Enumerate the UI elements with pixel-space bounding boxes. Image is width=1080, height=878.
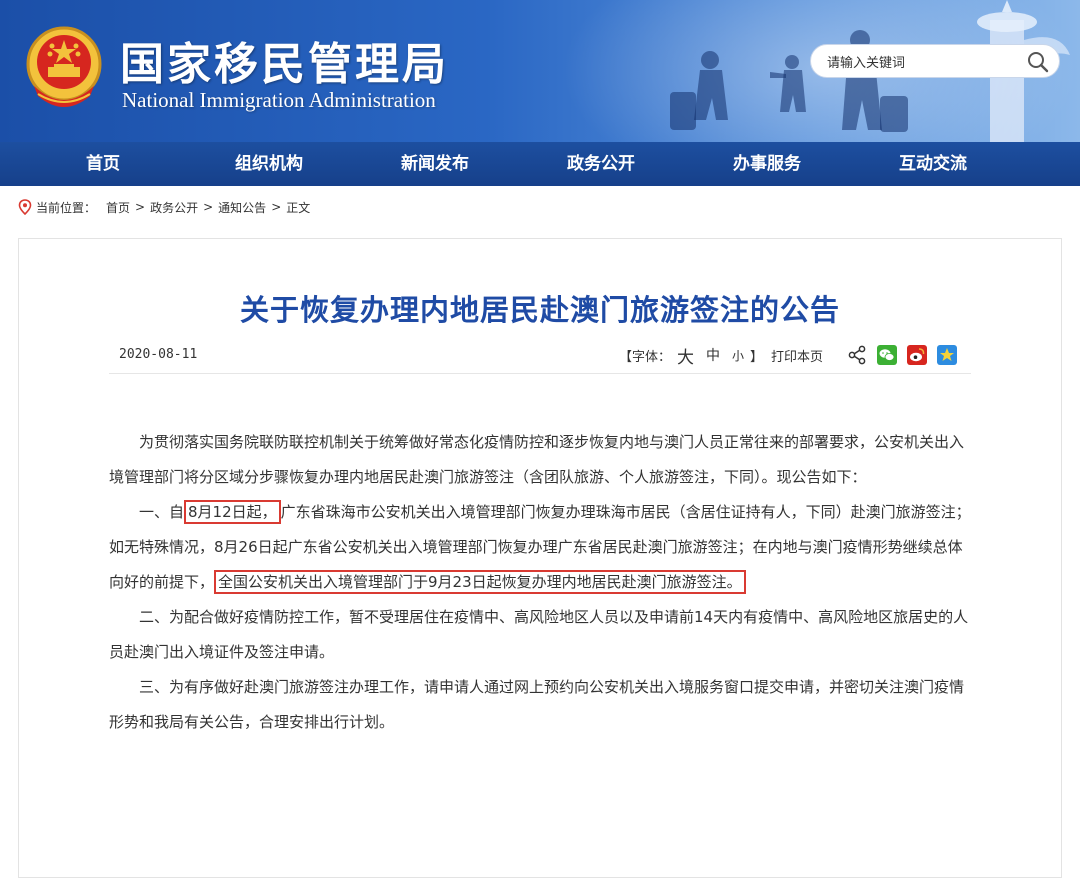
- article-date: 2020-08-11: [119, 347, 198, 362]
- article-title: 关于恢复办理内地居民赴澳门旅游签注的公告: [239, 293, 840, 327]
- breadcrumb-separator: >: [135, 200, 146, 214]
- highlight-nationwide-box: 全国公安机关出入境管理部门于9月23日起恢复办理内地居民赴澳门旅游签注。: [214, 570, 746, 594]
- article-paragraph-2: 二、为配合做好疫情防控工作，暂不受理居住在疫情中、高风险地区人员以及申请前14天…: [109, 608, 969, 661]
- breadcrumb: 当前位置： 首页 > 政务公开 > 通知公告 > 正文: [0, 186, 1080, 228]
- search-icon[interactable]: [1027, 51, 1049, 73]
- font-size-label-close: 】: [749, 349, 763, 365]
- site-subtitle: National Immigration Administration: [122, 88, 436, 112]
- font-size-label-open: 【字体：: [618, 349, 671, 365]
- font-size-small-button[interactable]: 小: [732, 347, 744, 364]
- breadcrumb-prefix: 当前位置：: [36, 200, 97, 215]
- breadcrumb-government-affairs[interactable]: 政务公开: [150, 199, 198, 216]
- search-input[interactable]: [825, 51, 1019, 75]
- breadcrumb-home[interactable]: 首页: [106, 199, 130, 216]
- nav-item-organization[interactable]: 组织机构: [186, 142, 352, 186]
- national-emblem-icon: [26, 26, 102, 107]
- breadcrumb-notices[interactable]: 通知公告: [218, 199, 266, 216]
- breadcrumb-separator: >: [271, 200, 282, 214]
- article-paragraph-1: 一、自 8月12日起， 广东省珠海市公安机关出入境管理部门恢复办理珠海市居民（含居住…: [109, 495, 971, 600]
- paragraph-1-lead: 一、自: [139, 503, 185, 521]
- main-nav: 首页 组织机构 新闻发布 政务公开 办事服务 互动交流: [0, 142, 1080, 186]
- breadcrumb-separator: >: [203, 200, 214, 214]
- article-paragraph-3: 三、为有序做好赴澳门旅游签注办理工作，请申请人通过网上预约向公安机关出入境服务窗…: [109, 678, 965, 731]
- article-body: 为贯彻落实国务院联防联控机制关于统筹做好常态化疫情防控和逐步恢复内地与澳门人员正…: [109, 425, 971, 740]
- location-pin-icon: [18, 199, 32, 215]
- weibo-icon[interactable]: [907, 345, 927, 365]
- font-size-large-button[interactable]: 大: [677, 343, 694, 368]
- nav-item-services[interactable]: 办事服务: [684, 142, 850, 186]
- nav-item-news[interactable]: 新闻发布: [352, 142, 518, 186]
- article-paragraph-intro: 为贯彻落实国务院联防联控机制关于统筹做好常态化疫情防控和逐步恢复内地与澳门人员正…: [109, 433, 965, 486]
- nav-item-interaction[interactable]: 互动交流: [850, 142, 1016, 186]
- font-size-medium-button[interactable]: 中: [706, 345, 720, 365]
- nav-item-home[interactable]: 首页: [20, 142, 186, 186]
- search-box: [810, 44, 1060, 78]
- nav-item-government-affairs[interactable]: 政务公开: [518, 142, 684, 186]
- breadcrumb-current: 正文: [286, 200, 311, 215]
- site-title: 国家移民管理局: [120, 39, 449, 90]
- print-page-button[interactable]: 打印本页: [771, 346, 823, 365]
- highlight-date-box: 8月12日起，: [184, 500, 281, 524]
- qzone-icon[interactable]: [937, 345, 957, 365]
- article-meta: 2020-08-11 【字体： 大 中 小 】 打印本页: [109, 339, 971, 374]
- share-icon[interactable]: [847, 345, 867, 365]
- article-tools: 【字体： 大 中 小 】 打印本页: [618, 343, 957, 368]
- site-header: 国家移民管理局 National Immigration Administrat…: [0, 0, 1080, 142]
- article-panel: 关于恢复办理内地居民赴澳门旅游签注的公告 2020-08-11 【字体： 大 中…: [18, 238, 1062, 878]
- wechat-icon[interactable]: [877, 345, 897, 365]
